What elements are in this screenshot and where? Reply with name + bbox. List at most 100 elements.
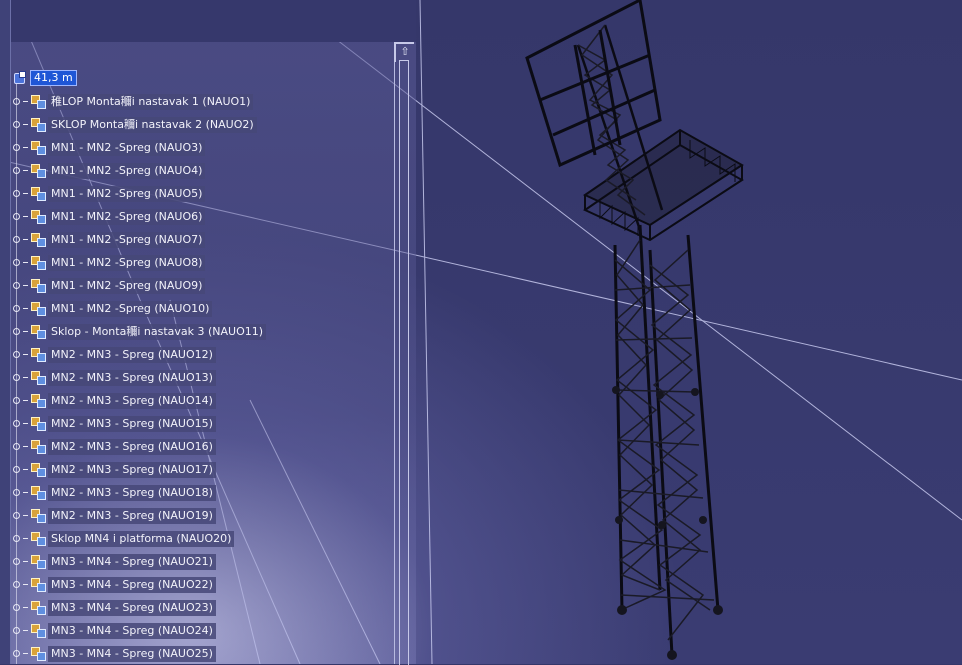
tree-connector-icon[interactable] — [13, 581, 20, 588]
tree-item[interactable]: MN1 - MN2 -Spreg (NAUO3) — [12, 136, 266, 159]
tree-branch-line — [23, 285, 28, 286]
tree-item-label[interactable]: MN1 - MN2 -Spreg (NAUO6) — [48, 208, 206, 225]
assembly-node-icon — [31, 554, 46, 569]
tree-item[interactable]: MN1 - MN2 -Spreg (NAUO4) — [12, 159, 266, 182]
tree-item[interactable]: MN2 - MN3 - Spreg (NAUO16) — [12, 435, 266, 458]
tree-connector-icon[interactable] — [13, 121, 20, 128]
tree-item-label[interactable]: 稚LOP Monta鿠i nastavak 1 (NAUO1) — [48, 93, 254, 110]
assembly-node-icon — [31, 186, 46, 201]
tree-connector-icon[interactable] — [13, 512, 20, 519]
assembly-node-icon — [31, 163, 46, 178]
tree-item[interactable]: MN3 - MN4 - Spreg (NAUO25) — [12, 642, 266, 665]
tree-item-label[interactable]: MN2 - MN3 - Spreg (NAUO14) — [48, 392, 216, 409]
tree-item-label[interactable]: MN1 - MN2 -Spreg (NAUO5) — [48, 185, 206, 202]
tree-connector-icon[interactable] — [13, 351, 20, 358]
tree-item-label[interactable]: MN1 - MN2 -Spreg (NAUO3) — [48, 139, 206, 156]
tree-item[interactable]: MN3 - MN4 - Spreg (NAUO22) — [12, 573, 266, 596]
tree-item-label[interactable]: MN3 - MN4 - Spreg (NAUO21) — [48, 553, 216, 570]
tree-item[interactable]: MN1 - MN2 -Spreg (NAUO6) — [12, 205, 266, 228]
tree-item-label[interactable]: MN1 - MN2 -Spreg (NAUO10) — [48, 300, 213, 317]
assembly-node-icon — [31, 324, 46, 339]
tree-branch-line — [23, 147, 28, 148]
tree-item-label[interactable]: MN1 - MN2 -Spreg (NAUO4) — [48, 162, 206, 179]
tree-connector-icon[interactable] — [13, 213, 20, 220]
tree-item-label[interactable]: MN2 - MN3 - Spreg (NAUO12) — [48, 346, 216, 363]
tree-connector-icon[interactable] — [13, 420, 20, 427]
tree-connector-icon[interactable] — [13, 650, 20, 657]
assembly-node-icon — [31, 301, 46, 316]
tree-item[interactable]: MN1 - MN2 -Spreg (NAUO10) — [12, 297, 266, 320]
tree-branch-line — [23, 400, 28, 401]
tree-item[interactable]: MN3 - MN4 - Spreg (NAUO24) — [12, 619, 266, 642]
tree-connector-icon[interactable] — [13, 374, 20, 381]
tree-connector-icon[interactable] — [13, 305, 20, 312]
assembly-node-icon — [31, 209, 46, 224]
tree-item-label[interactable]: MN2 - MN3 - Spreg (NAUO17) — [48, 461, 216, 478]
tree-item[interactable]: MN2 - MN3 - Spreg (NAUO15) — [12, 412, 266, 435]
tree-item-label[interactable]: MN2 - MN3 - Spreg (NAUO19) — [48, 507, 216, 524]
tree-connector-icon[interactable] — [13, 328, 20, 335]
tree-items: 稚LOP Monta鿠i nastavak 1 (NAUO1) SKLOP Mon… — [12, 90, 267, 665]
tree-item-label[interactable]: MN2 - MN3 - Spreg (NAUO15) — [48, 415, 216, 432]
tree-item[interactable]: 稚LOP Monta鿠i nastavak 1 (NAUO1) — [12, 90, 266, 113]
tree-item-label[interactable]: MN3 - MN4 - Spreg (NAUO25) — [48, 645, 216, 662]
tree-connector-icon[interactable] — [13, 259, 20, 266]
tree-root[interactable]: 41,3 m — [12, 69, 77, 87]
tree-item-label[interactable]: MN3 - MN4 - Spreg (NAUO24) — [48, 622, 216, 639]
tree-branch-line — [23, 584, 28, 585]
tree-connector-icon[interactable] — [13, 489, 20, 496]
tree-item[interactable]: MN2 - MN3 - Spreg (NAUO18) — [12, 481, 266, 504]
tree-item[interactable]: MN3 - MN4 - Spreg (NAUO23) — [12, 596, 266, 619]
tree-item-label[interactable]: Sklop MN4 i platforma (NAUO20) — [48, 530, 235, 547]
tree-connector-icon[interactable] — [13, 236, 20, 243]
tree-item[interactable]: MN2 - MN3 - Spreg (NAUO14) — [12, 389, 266, 412]
tree-item[interactable]: MN3 - MN4 - Spreg (NAUO21) — [12, 550, 266, 573]
tree-connector-icon[interactable] — [13, 144, 20, 151]
tree-branch-line — [23, 538, 28, 539]
tree-item-label[interactable]: MN3 - MN4 - Spreg (NAUO23) — [48, 599, 216, 616]
tree-item[interactable]: MN2 - MN3 - Spreg (NAUO17) — [12, 458, 266, 481]
assembly-node-icon — [31, 140, 46, 155]
tree-item-label[interactable]: MN2 - MN3 - Spreg (NAUO18) — [48, 484, 216, 501]
tree-item-label[interactable]: MN2 - MN3 - Spreg (NAUO13) — [48, 369, 216, 386]
tree-item[interactable]: MN1 - MN2 -Spreg (NAUO5) — [12, 182, 266, 205]
tree-root-label[interactable]: 41,3 m — [30, 70, 77, 86]
tree-item-label[interactable]: MN3 - MN4 - Spreg (NAUO22) — [48, 576, 216, 593]
tree-connector-icon[interactable] — [13, 535, 20, 542]
tree-connector-icon[interactable] — [13, 282, 20, 289]
tree-connector-icon[interactable] — [13, 627, 20, 634]
tree-item-label[interactable]: MN1 - MN2 -Spreg (NAUO9) — [48, 277, 206, 294]
tree-item[interactable]: MN2 - MN3 - Spreg (NAUO13) — [12, 366, 266, 389]
tree-connector-icon[interactable] — [13, 167, 20, 174]
scroll-up-arrow-icon[interactable]: ⇧ — [394, 42, 414, 62]
tree-item[interactable]: Sklop - Monta鿠i nastavak 3 (NAUO11) — [12, 320, 267, 343]
tree-item[interactable]: MN2 - MN3 - Spreg (NAUO12) — [12, 343, 266, 366]
tree-connector-icon[interactable] — [13, 98, 20, 105]
tree-connector-icon[interactable] — [13, 190, 20, 197]
assembly-node-icon — [31, 646, 46, 661]
tree-branch-line — [23, 446, 28, 447]
tree-connector-icon[interactable] — [13, 558, 20, 565]
assembly-node-icon — [31, 117, 46, 132]
tree-branch-line — [23, 239, 28, 240]
tree-item-label[interactable]: MN1 - MN2 -Spreg (NAUO7) — [48, 231, 206, 248]
tree-item[interactable]: MN1 - MN2 -Spreg (NAUO8) — [12, 251, 266, 274]
tree-item-label[interactable]: Sklop - Monta鿠i nastavak 3 (NAUO11) — [48, 323, 267, 340]
tree-item[interactable]: MN1 - MN2 -Spreg (NAUO9) — [12, 274, 266, 297]
tree-item[interactable]: MN2 - MN3 - Spreg (NAUO19) — [12, 504, 266, 527]
tree-branch-line — [23, 423, 28, 424]
tree-item-label[interactable]: SKLOP Monta鿠i nastavak 2 (NAUO2) — [48, 116, 257, 133]
scroll-thumb[interactable] — [399, 60, 409, 665]
tree-connector-icon[interactable] — [13, 443, 20, 450]
tree-connector-icon[interactable] — [13, 397, 20, 404]
tree-item-label[interactable]: MN1 - MN2 -Spreg (NAUO8) — [48, 254, 206, 271]
tree-branch-line — [23, 630, 28, 631]
tree-connector-icon[interactable] — [13, 604, 20, 611]
tree-item[interactable]: Sklop MN4 i platforma (NAUO20) — [12, 527, 266, 550]
tree-item[interactable]: SKLOP Monta鿠i nastavak 2 (NAUO2) — [12, 113, 266, 136]
tree-item[interactable]: MN1 - MN2 -Spreg (NAUO7) — [12, 228, 266, 251]
tree-branch-line — [23, 101, 28, 102]
assembly-node-icon — [31, 255, 46, 270]
tree-connector-icon[interactable] — [13, 466, 20, 473]
tree-item-label[interactable]: MN2 - MN3 - Spreg (NAUO16) — [48, 438, 216, 455]
